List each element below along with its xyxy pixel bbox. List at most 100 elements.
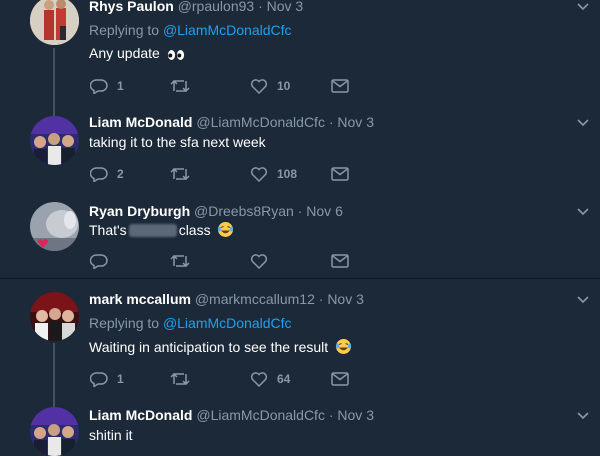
avatar[interactable]: [30, 202, 79, 251]
tweet-actions: [90, 252, 390, 270]
thread-line: [53, 343, 55, 400]
author-name[interactable]: Liam McDonald: [89, 407, 192, 423]
author-handle[interactable]: @LiamMcDonaldCfc: [196, 114, 325, 130]
like-count: 64: [277, 372, 291, 386]
author-handle[interactable]: @LiamMcDonaldCfc: [196, 407, 325, 423]
tweet-header: Ryan Dryburgh @Dreebs8Ryan · Nov 6: [89, 203, 343, 219]
tweet-header: Liam McDonald @LiamMcDonaldCfc · Nov 3: [89, 407, 374, 423]
direct-message-icon: [331, 167, 349, 181]
eyes-emoji-icon: [167, 50, 184, 60]
tweet-3[interactable]: Ryan Dryburgh @Dreebs8Ryan · Nov 6 That'…: [0, 194, 600, 278]
tweet-text: Waiting in anticipation to see the resul…: [89, 338, 352, 355]
tweet-header: mark mccallum @markmccallum12 · Nov 3: [89, 291, 364, 307]
chevron-down-icon[interactable]: [577, 3, 589, 11]
tweet-text: That's class: [89, 221, 234, 238]
reply-icon: [90, 167, 108, 182]
tears-of-joy-emoji-icon: [335, 339, 352, 354]
separator: ·: [318, 291, 324, 307]
chevron-down-icon[interactable]: [577, 296, 589, 304]
replying-to-prefix: Replying to: [89, 315, 163, 331]
separator: ·: [297, 203, 303, 219]
author-handle[interactable]: @Dreebs8Ryan: [194, 203, 294, 219]
tweet-date[interactable]: Nov 6: [306, 203, 343, 219]
reply-button[interactable]: [90, 252, 117, 270]
reply-button[interactable]: 1: [90, 77, 124, 95]
reply-button[interactable]: 1: [90, 370, 124, 388]
tweet-2[interactable]: Liam McDonald @LiamMcDonaldCfc · Nov 3 t…: [0, 108, 600, 194]
reply-count: 1: [117, 372, 124, 386]
mention-link[interactable]: @LiamMcDonaldCfc: [163, 22, 292, 38]
retweet-button[interactable]: [170, 77, 199, 95]
like-icon: [250, 372, 268, 387]
tweet-actions: 1 64: [90, 370, 390, 388]
direct-message-icon: [331, 79, 349, 93]
direct-message-icon: [331, 254, 349, 268]
tweet-5[interactable]: Liam McDonald @LiamMcDonaldCfc · Nov 3 s…: [0, 400, 600, 456]
author-handle[interactable]: @markmccallum12: [195, 291, 315, 307]
retweet-icon: [170, 372, 190, 386]
tweet-date[interactable]: Nov 3: [267, 0, 304, 14]
reply-count: 2: [117, 167, 124, 181]
author-handle[interactable]: @rpaulon93: [178, 0, 255, 14]
author-name[interactable]: mark mccallum: [89, 291, 191, 307]
tweet-date[interactable]: Nov 3: [327, 291, 364, 307]
like-count: 108: [277, 167, 298, 181]
like-icon: [250, 167, 268, 182]
thread-line: [53, 400, 55, 407]
tweet-actions: 2 108: [90, 165, 390, 183]
tweet-text-end: class: [178, 222, 211, 238]
replying-to: Replying to @LiamMcDonaldCfc: [89, 22, 292, 38]
reply-icon: [90, 79, 108, 94]
avatar[interactable]: [30, 0, 79, 45]
reply-count: 1: [117, 79, 124, 93]
retweet-button[interactable]: [170, 252, 199, 270]
retweet-icon: [170, 254, 190, 268]
tweet-header: Rhys Paulon @rpaulon93 · Nov 3: [89, 0, 303, 14]
direct-message-button[interactable]: [331, 165, 349, 183]
retweet-button[interactable]: [170, 370, 199, 388]
direct-message-button[interactable]: [331, 370, 349, 388]
retweet-button[interactable]: [170, 165, 199, 183]
avatar[interactable]: [30, 116, 79, 165]
direct-message-button[interactable]: [331, 77, 349, 95]
mention-link[interactable]: @LiamMcDonaldCfc: [163, 315, 292, 331]
tweet-text: taking it to the sfa next week: [89, 134, 266, 150]
replying-to-prefix: Replying to: [89, 22, 163, 38]
tweet-header: Liam McDonald @LiamMcDonaldCfc · Nov 3: [89, 114, 374, 130]
like-count: 10: [277, 79, 291, 93]
redacted-word: [128, 224, 177, 237]
reply-button[interactable]: 2: [90, 165, 124, 183]
tweet-date[interactable]: Nov 3: [337, 407, 374, 423]
replying-to: Replying to @LiamMcDonaldCfc: [89, 315, 292, 331]
tweet-1[interactable]: Rhys Paulon @rpaulon93 · Nov 3 Replying …: [0, 0, 600, 110]
like-button[interactable]: 108: [250, 165, 297, 183]
tweet-4[interactable]: mark mccallum @markmccallum12 · Nov 3 Re…: [0, 279, 600, 400]
reply-icon: [90, 254, 108, 269]
tears-of-joy-emoji-icon: [218, 222, 234, 237]
author-name[interactable]: Rhys Paulon: [89, 0, 174, 14]
tweet-date[interactable]: Nov 3: [337, 114, 374, 130]
chevron-down-icon[interactable]: [577, 119, 589, 127]
author-name[interactable]: Ryan Dryburgh: [89, 203, 190, 219]
tweet-text: shitin it: [89, 427, 133, 443]
direct-message-button[interactable]: [331, 252, 349, 270]
author-name[interactable]: Liam McDonald: [89, 114, 192, 130]
avatar[interactable]: [30, 292, 79, 341]
direct-message-icon: [331, 372, 349, 386]
retweet-icon: [170, 167, 190, 181]
chevron-down-icon[interactable]: [577, 208, 589, 216]
tweet-text: Any update: [89, 45, 185, 61]
reply-icon: [90, 372, 108, 387]
like-button[interactable]: 64: [250, 370, 290, 388]
separator: ·: [328, 407, 334, 423]
tweet-text-start: That's: [89, 222, 127, 238]
separator: ·: [328, 114, 334, 130]
retweet-icon: [170, 79, 190, 93]
like-icon: [250, 79, 268, 94]
thread-line: [53, 48, 55, 110]
avatar[interactable]: [30, 407, 79, 456]
chevron-down-icon[interactable]: [577, 412, 589, 420]
like-button[interactable]: 10: [250, 77, 290, 95]
like-button[interactable]: [250, 252, 277, 270]
thread-line: [53, 108, 55, 116]
